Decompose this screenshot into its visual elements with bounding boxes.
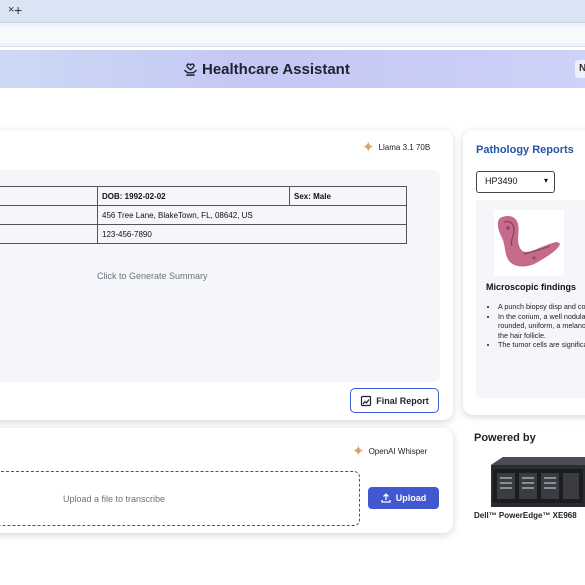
table-cell: 456 Tree Lane, BlakeTown, FL, 08642, US xyxy=(97,205,407,225)
report-select-value: HP3490 xyxy=(485,176,518,186)
asr-model-badge: ✦ OpenAI Whisper xyxy=(352,444,427,459)
pathology-title: Pathology Reports xyxy=(476,144,574,156)
summary-card: ✦ Llama 3.1 70B r DOB: 1992-02-02 Sex: M… xyxy=(0,130,453,420)
asr-model-name: OpenAI Whisper xyxy=(368,447,428,456)
server-image xyxy=(491,457,585,507)
app-header: Healthcare Assistant N xyxy=(0,50,585,88)
server-name: Dell™ PowerEdge™ XE968 xyxy=(474,511,577,520)
table-cell xyxy=(0,224,98,244)
table-cell: Sex: Male xyxy=(289,186,407,206)
chevron-down-icon: ▾ xyxy=(543,176,548,185)
llm-model-badge: ✦ Llama 3.1 70B xyxy=(362,140,430,155)
pathology-panel: Microscopic findings A punch biopsy disp… xyxy=(476,200,585,398)
powered-by-label: Powered by xyxy=(474,432,536,444)
list-item: In the corium, a well nodular, and well-… xyxy=(498,312,585,341)
final-report-button[interactable]: Final Report xyxy=(350,388,439,413)
care-hand-icon xyxy=(184,63,197,76)
address-bar[interactable] xyxy=(0,27,585,43)
upload-label: Upload xyxy=(395,493,427,503)
summary-panel: r DOB: 1992-02-02 Sex: Male 456 Tree Lan… xyxy=(0,170,440,382)
upload-button[interactable]: Upload xyxy=(368,487,439,509)
pathology-card: Pathology Reports HP3490 ▾ Microscopic f… xyxy=(463,130,585,415)
browser-tab-bar: × + xyxy=(0,0,585,23)
new-tab-button[interactable]: + xyxy=(14,2,22,18)
table-cell xyxy=(0,205,98,225)
table-row: r DOB: 1992-02-02 Sex: Male xyxy=(0,186,407,206)
table-cell: 123-456-7890 xyxy=(97,224,407,244)
upload-icon xyxy=(381,493,391,503)
app-title: Healthcare Assistant xyxy=(183,61,350,78)
transcription-card: ✦ OpenAI Whisper Upload a file to transc… xyxy=(0,428,453,533)
sparkle-icon: ✦ xyxy=(352,443,365,460)
findings-list: A punch biopsy disp and compact hyperp I… xyxy=(486,302,585,350)
histology-image[interactable] xyxy=(494,210,564,276)
list-item: The tumor cells are significant pigmenta xyxy=(498,340,585,350)
findings-title: Microscopic findings xyxy=(486,282,577,292)
table-row: 123-456-7890 xyxy=(0,224,407,244)
dropzone-label: Upload a file to transcribe xyxy=(63,494,166,504)
llm-model-name: Llama 3.1 70B xyxy=(378,143,431,152)
sparkle-icon: ✦ xyxy=(362,139,375,156)
browser-toolbar xyxy=(0,23,585,47)
final-report-label: Final Report xyxy=(376,395,429,406)
file-dropzone[interactable]: Upload a file to transcribe xyxy=(0,471,360,526)
header-right-button[interactable]: N xyxy=(575,60,585,78)
patient-info-table: r DOB: 1992-02-02 Sex: Male 456 Tree Lan… xyxy=(0,186,407,244)
report-select[interactable]: HP3490 ▾ xyxy=(476,171,555,193)
app-title-text: Healthcare Assistant xyxy=(202,61,350,78)
table-cell: r xyxy=(0,186,98,206)
table-row: 456 Tree Lane, BlakeTown, FL, 08642, US xyxy=(0,205,407,225)
generate-summary-link[interactable]: Click to Generate Summary xyxy=(97,271,208,281)
list-item: A punch biopsy disp and compact hyperp xyxy=(498,302,585,312)
table-cell: DOB: 1992-02-02 xyxy=(97,186,290,206)
report-icon xyxy=(361,395,372,406)
